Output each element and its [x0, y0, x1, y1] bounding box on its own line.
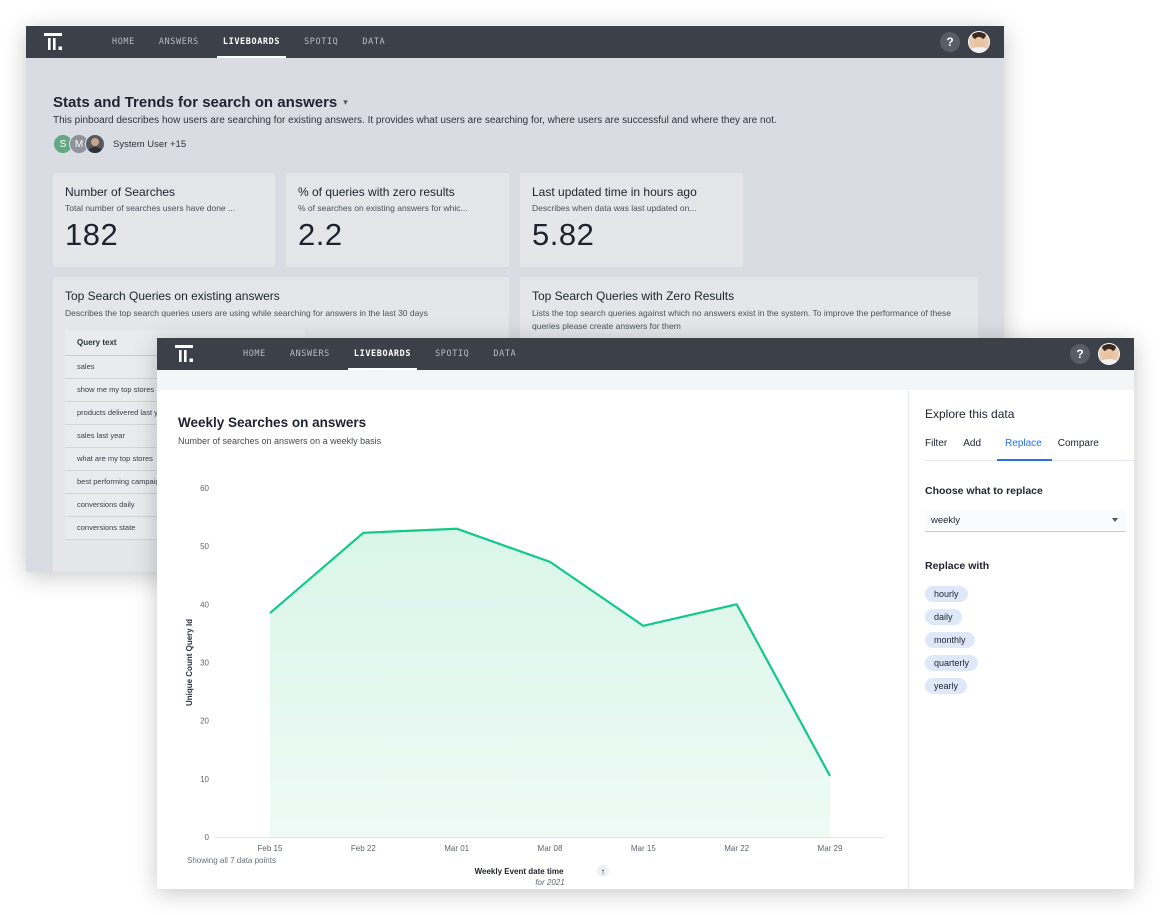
- y-tick-label: 50: [200, 542, 209, 551]
- data-point[interactable]: [734, 601, 740, 607]
- nav-tab-answers[interactable]: ANSWERS: [147, 26, 211, 58]
- chevron-down-icon[interactable]: ▾: [343, 97, 348, 108]
- y-tick-label: 10: [200, 775, 209, 784]
- kpi-title: % of queries with zero results: [298, 185, 455, 199]
- replace-option-monthly[interactable]: monthly: [925, 632, 975, 648]
- top-queries-title: Top Search Queries on existing answers: [65, 289, 280, 303]
- nav-tab-answers[interactable]: ANSWERS: [278, 338, 342, 370]
- data-point[interactable]: [547, 559, 553, 565]
- tab-add[interactable]: Add: [963, 431, 989, 460]
- front-top-nav: HOME ANSWERS LIVEBOARDS SPOTIQ DATA ?: [157, 338, 1134, 370]
- replace-select-value: weekly: [931, 515, 961, 526]
- y-axis-label: Unique Count Query Id: [185, 619, 194, 706]
- y-tick-label: 40: [200, 600, 209, 609]
- x-tick-label: Mar 15: [631, 844, 656, 853]
- x-axis-label: Weekly Event date time: [475, 867, 564, 876]
- help-icon[interactable]: ?: [1070, 344, 1090, 364]
- x-tick-label: Mar 01: [444, 844, 469, 853]
- pinboard-title-row[interactable]: Stats and Trends for search on answers ▾: [53, 94, 348, 111]
- explore-title: Explore this data: [925, 407, 1015, 421]
- area-fill: [270, 528, 830, 837]
- kpi-title: Number of Searches: [65, 185, 176, 199]
- area-chart[interactable]: 0 10 20 30 40 50 60 Unique Count Query Id Feb 15…: [157, 390, 907, 889]
- x-tick-label: Mar 22: [724, 844, 749, 853]
- data-point[interactable]: [360, 530, 366, 536]
- data-point[interactable]: [267, 610, 273, 616]
- back-nav-tabs: HOME ANSWERS LIVEBOARDS SPOTIQ DATA: [100, 26, 397, 58]
- y-tick-label: 0: [205, 833, 210, 842]
- kpi-subtitle: Describes when data was last updated on.…: [532, 203, 697, 213]
- kpi-card-number-of-searches[interactable]: Number of Searches Total number of searc…: [53, 173, 275, 267]
- front-nav-right: ?: [1070, 338, 1134, 370]
- answer-top-strip: [157, 370, 1134, 390]
- explore-panel: Explore this data Filter Add Replace Com…: [908, 390, 1134, 889]
- kpi-card-zero-results[interactable]: % of queries with zero results % of sear…: [286, 173, 509, 267]
- nav-tab-home[interactable]: HOME: [231, 338, 278, 370]
- explore-tabs: Filter Add Replace Compare: [925, 431, 1134, 461]
- tab-replace[interactable]: Replace: [997, 431, 1052, 461]
- pinboard-description: This pinboard describes how users are se…: [53, 115, 777, 126]
- top-queries-subtitle: Describes the top search queries users a…: [65, 308, 428, 318]
- replace-select[interactable]: weekly: [925, 510, 1126, 532]
- user-avatar-photo: [85, 134, 105, 154]
- back-top-nav: HOME ANSWERS LIVEBOARDS SPOTIQ DATA ?: [26, 26, 1004, 58]
- user-avatar[interactable]: [968, 31, 990, 53]
- x-axis-sublabel: for 2021: [535, 878, 564, 887]
- kpi-value: 182: [65, 217, 119, 252]
- replace-option-yearly[interactable]: yearly: [925, 678, 968, 694]
- kpi-subtitle: Total number of searches users have done…: [65, 203, 236, 213]
- data-point[interactable]: [454, 526, 460, 532]
- help-icon[interactable]: ?: [940, 32, 960, 52]
- nav-tab-data[interactable]: DATA: [350, 26, 397, 58]
- back-nav-right: ?: [940, 26, 1004, 58]
- zero-results-subtitle: Lists the top search queries against whi…: [532, 308, 951, 331]
- data-points-note: Showing all 7 data points: [187, 856, 276, 865]
- kpi-subtitle: % of searches on existing answers for wh…: [298, 203, 468, 213]
- answer-body: Weekly Searches on answers Number of sea…: [157, 370, 1134, 889]
- replace-option-daily[interactable]: daily: [925, 609, 962, 625]
- replace-option-hourly[interactable]: hourly: [925, 586, 968, 602]
- kpi-value: 2.2: [298, 217, 343, 252]
- nav-tab-spotiq[interactable]: SPOTIQ: [292, 26, 350, 58]
- sort-ascending-icon: ↑: [601, 867, 606, 877]
- caret-down-icon: [1112, 518, 1118, 522]
- front-nav-tabs: HOME ANSWERS LIVEBOARDS SPOTIQ DATA: [231, 338, 528, 370]
- nav-tab-spotiq[interactable]: SPOTIQ: [423, 338, 481, 370]
- y-tick-label: 30: [200, 659, 209, 668]
- pinboard-shared-users[interactable]: S M System User +15: [53, 134, 186, 154]
- nav-tab-liveboards[interactable]: LIVEBOARDS: [211, 26, 292, 58]
- replace-with-label: Replace with: [925, 560, 990, 572]
- kpi-card-last-updated[interactable]: Last updated time in hours ago Describes…: [520, 173, 743, 267]
- thoughtspot-logo-icon[interactable]: [26, 26, 82, 58]
- shared-users-label: System User +15: [113, 138, 187, 150]
- kpi-value: 5.82: [532, 217, 595, 252]
- nav-tab-liveboards[interactable]: LIVEBOARDS: [342, 338, 423, 370]
- chart-panel: Weekly Searches on answers Number of sea…: [157, 390, 907, 889]
- tab-compare[interactable]: Compare: [1058, 431, 1107, 460]
- tab-filter[interactable]: Filter: [925, 431, 955, 460]
- zero-results-title: Top Search Queries with Zero Results: [532, 289, 735, 303]
- thoughtspot-logo-icon[interactable]: [157, 338, 213, 370]
- user-avatar[interactable]: [1098, 343, 1120, 365]
- replace-option-quarterly[interactable]: quarterly: [925, 655, 979, 671]
- replace-options: hourly daily monthly quarterly yearly: [925, 586, 979, 694]
- kpi-title: Last updated time in hours ago: [532, 185, 697, 199]
- x-tick-label: Feb 15: [258, 844, 283, 853]
- data-point[interactable]: [640, 623, 646, 629]
- y-tick-label: 20: [200, 717, 209, 726]
- choose-replace-label: Choose what to replace: [925, 485, 1043, 497]
- nav-tab-data[interactable]: DATA: [481, 338, 528, 370]
- pinboard-title: Stats and Trends for search on answers: [53, 94, 338, 111]
- front-window: HOME ANSWERS LIVEBOARDS SPOTIQ DATA ? We…: [157, 338, 1134, 889]
- x-tick-label: Mar 29: [818, 844, 843, 853]
- nav-tab-home[interactable]: HOME: [100, 26, 147, 58]
- data-point[interactable]: [827, 773, 833, 779]
- x-tick-label: Mar 08: [538, 844, 563, 853]
- y-tick-label: 60: [200, 484, 209, 493]
- x-tick-label: Feb 22: [351, 844, 376, 853]
